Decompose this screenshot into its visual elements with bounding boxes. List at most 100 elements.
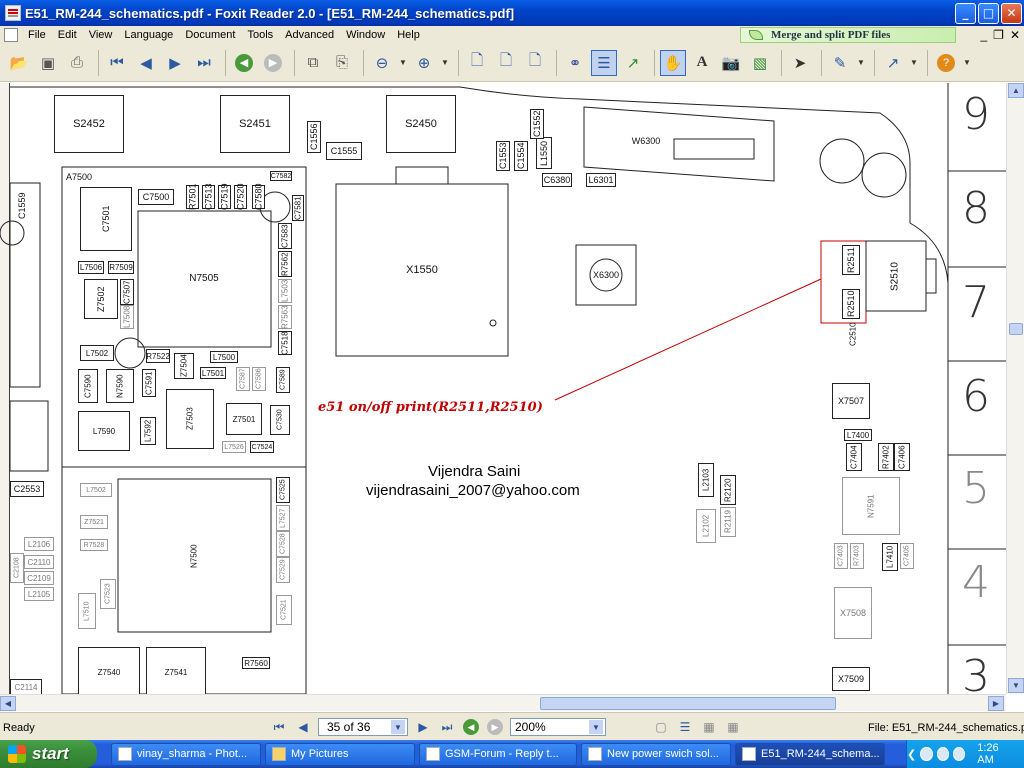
label-A7500: A7500 [65, 172, 93, 182]
status-forward-icon[interactable]: ▶ [486, 718, 504, 736]
merge-split-ad[interactable]: Merge and split PDF files [740, 27, 956, 43]
separator [556, 49, 557, 76]
snapshot-icon[interactable]: 📷 [718, 50, 744, 76]
component-L2102: L2102 [696, 509, 716, 543]
menu-window[interactable]: Window [340, 29, 391, 41]
arrow-tool-icon[interactable]: ↗ [880, 50, 906, 76]
pdf-document-view[interactable]: S2452 S2451 S2450 C1556 C1555 C1553 C155… [0, 83, 1006, 694]
continuous-facing-icon[interactable]: ▦ [724, 718, 742, 736]
menu-document[interactable]: Document [179, 29, 241, 41]
image-tool-icon[interactable]: ▧ [747, 50, 773, 76]
fit-page-icon[interactable]: 🗋 [493, 50, 519, 76]
actual-size-icon[interactable]: 🗋 [464, 50, 490, 76]
menu-tools[interactable]: Tools [241, 29, 279, 41]
text-select-icon[interactable]: A [689, 50, 715, 76]
previous-page-icon[interactable]: ◀ [133, 50, 159, 76]
grid-row-6: 6 [962, 371, 990, 422]
maximize-button[interactable]: □ [978, 2, 999, 24]
network-icon[interactable] [920, 747, 933, 761]
copy-icon[interactable]: ⧉ [300, 50, 326, 76]
component-C7405: C7405 [900, 543, 914, 569]
pdf-app-icon[interactable] [5, 5, 21, 21]
status-last-page-icon[interactable]: ⏭ [438, 718, 456, 736]
binoculars-icon[interactable]: ⚭ [562, 50, 588, 76]
back-icon[interactable]: ◀ [231, 50, 257, 76]
component-R7563: R7563 [278, 305, 292, 329]
pointer-icon[interactable]: ➤ [787, 50, 813, 76]
component-N7591: N7591 [842, 477, 900, 535]
task-gsm-forum-reply[interactable]: GSM-Forum - Reply t... [419, 742, 577, 766]
last-page-icon[interactable]: ⏭ [191, 50, 217, 76]
scroll-left-icon[interactable]: ◀ [0, 696, 16, 711]
fit-width-icon[interactable]: 🗋 [522, 50, 548, 76]
separator [363, 49, 364, 76]
zoom-in-icon[interactable]: ⊕ [411, 50, 437, 76]
status-back-icon[interactable]: ◀ [462, 718, 480, 736]
menu-advanced[interactable]: Advanced [279, 29, 340, 41]
menu-help[interactable]: Help [391, 29, 426, 41]
task-photoshop[interactable]: vinay_sharma - Phot... [111, 742, 261, 766]
component-L7500: L7500 [210, 351, 238, 363]
status-first-page-icon[interactable]: ⏮ [270, 718, 288, 736]
vertical-scrollbar[interactable]: ▲ ▼ [1006, 83, 1024, 694]
annotation-dropdown-icon[interactable]: ▼ [856, 50, 866, 76]
save-icon[interactable]: ▣ [35, 50, 61, 76]
first-page-icon[interactable]: ⏮ [104, 50, 130, 76]
zoom-dropdown-icon[interactable]: ▼ [589, 720, 603, 734]
menu-language[interactable]: Language [118, 29, 179, 41]
zoom-field[interactable]: 200% ▼ [510, 718, 606, 736]
continuous-icon[interactable]: ☰ [676, 718, 694, 736]
separator [781, 49, 782, 76]
menu-file[interactable]: File [22, 29, 52, 41]
component-C1559: C1559 [17, 192, 27, 220]
component-R7501: R7501 [186, 183, 199, 211]
bookmark-icon[interactable]: ☰ [591, 49, 617, 76]
vertical-scroll-thumb[interactable] [1009, 323, 1023, 335]
horizontal-scrollbar[interactable]: ◀ ▶ [0, 694, 1006, 711]
task-new-power-switch[interactable]: New power swich sol... [581, 742, 731, 766]
document-icon[interactable] [4, 28, 18, 42]
task-foxit-reader[interactable]: E51_RM-244_schema... [735, 742, 885, 766]
horizontal-scroll-thumb[interactable] [540, 697, 836, 710]
zoom-in-dropdown-icon[interactable]: ▼ [440, 50, 450, 76]
component-C7530: C7530 [270, 405, 290, 435]
page-number-field[interactable]: 35 of 36 ▼ [318, 718, 408, 736]
hand-tool-icon[interactable]: ✋ [660, 49, 686, 76]
print-icon[interactable]: ⎙ [64, 50, 90, 76]
messenger-icon[interactable] [936, 747, 949, 761]
clock[interactable]: 1:26 AM [977, 742, 1012, 766]
volume-icon[interactable] [952, 747, 966, 761]
status-previous-page-icon[interactable]: ◀ [294, 718, 312, 736]
task-my-pictures[interactable]: My Pictures [265, 742, 415, 766]
arrow-dropdown-icon[interactable]: ▼ [909, 50, 919, 76]
open-icon[interactable]: 📂 [6, 50, 32, 76]
doc-close-button[interactable]: ✕ [1010, 28, 1020, 42]
minimize-button[interactable]: _ [955, 2, 976, 24]
scroll-up-icon[interactable]: ▲ [1008, 83, 1024, 98]
close-button[interactable]: ✕ [1001, 2, 1022, 24]
menu-view[interactable]: View [83, 29, 119, 41]
forward-icon[interactable]: ▶ [260, 50, 286, 76]
zoom-out-dropdown-icon[interactable]: ▼ [398, 50, 408, 76]
paste-icon[interactable]: ⎘ [329, 50, 355, 76]
menu-edit[interactable]: Edit [52, 29, 83, 41]
component-Z7541: Z7541 [146, 647, 206, 694]
next-page-icon[interactable]: ▶ [162, 50, 188, 76]
facing-icon[interactable]: ▦ [700, 718, 718, 736]
status-next-page-icon[interactable]: ▶ [414, 718, 432, 736]
component-R7403: R7403 [850, 543, 864, 569]
tray-expand-icon[interactable]: ❮ [907, 748, 916, 761]
start-button[interactable]: start [0, 740, 97, 768]
annotation-icon[interactable]: ✎ [827, 50, 853, 76]
scroll-down-icon[interactable]: ▼ [1008, 678, 1024, 693]
zoom-out-icon[interactable]: ⊖ [369, 50, 395, 76]
single-page-icon[interactable]: ▢ [652, 718, 670, 736]
page-dropdown-icon[interactable]: ▼ [391, 720, 405, 734]
help-dropdown-icon[interactable]: ▼ [962, 50, 972, 76]
help-icon[interactable]: ? [933, 50, 959, 76]
document-window-controls: _ ❐ ✕ [980, 28, 1020, 42]
export-icon[interactable]: ↗ [620, 50, 646, 76]
doc-minimize-button[interactable]: _ [980, 28, 987, 42]
doc-restore-button[interactable]: ❐ [993, 28, 1004, 42]
scroll-right-icon[interactable]: ▶ [988, 696, 1004, 711]
